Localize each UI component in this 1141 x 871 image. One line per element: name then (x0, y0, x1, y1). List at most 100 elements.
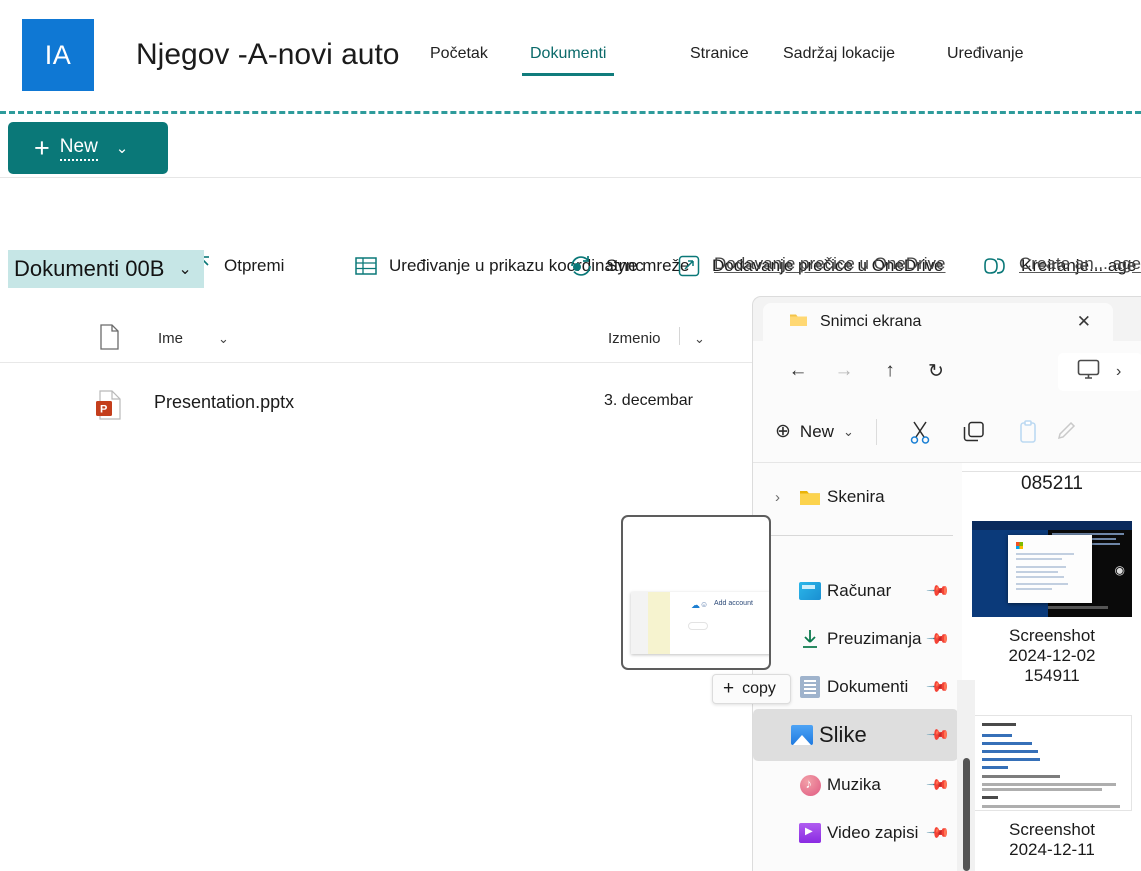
chevron-down-icon: ⌄ (116, 139, 129, 157)
nav-item-label: Muzika (827, 775, 881, 795)
videos-icon (793, 823, 827, 843)
table-row[interactable]: P Presentation.pptx 3. decembar (0, 378, 760, 432)
explorer-toolbar: ⊕ New ⌄ (753, 401, 1141, 463)
nav-item-muzika[interactable]: Muzika 📌 (753, 761, 958, 809)
rename-icon[interactable] (1055, 413, 1077, 451)
nav-item-racunar[interactable]: Računar 📌 (753, 567, 958, 615)
svg-text:P: P (100, 404, 107, 416)
nav-item-label: Preuzimanja (827, 629, 922, 649)
document-icon (98, 324, 120, 355)
refresh-icon[interactable]: ↻ (913, 353, 959, 389)
cloud-icon: ☁ (691, 600, 700, 611)
scrollbar-thumb[interactable] (963, 758, 970, 871)
powerpoint-file-icon: P (96, 390, 122, 425)
nav-item-label: Skenira (827, 487, 885, 507)
file-list-header: Ime ⌄ Izmenio ⌄ (0, 315, 760, 363)
column-divider (679, 327, 680, 345)
nav-tab-dokumenti[interactable]: Dokumenti (530, 45, 606, 71)
cut-icon[interactable] (893, 413, 947, 451)
nav-item-preuzimanja[interactable]: Preuzimanja 📌 (753, 615, 958, 663)
site-title: Njegov -A-novi auto (136, 38, 399, 72)
column-header-modified[interactable]: Izmenio (608, 330, 661, 347)
drop-action-label: copy (742, 680, 776, 698)
chevron-down-icon: ⌄ (178, 259, 191, 279)
file-caption: Screenshot 2024-12-02 154911 (962, 626, 1141, 686)
chevron-right-icon[interactable]: › (1116, 363, 1121, 381)
command-grid-edit-label: Uređivanje u prikazu koordinatne mreže (389, 256, 690, 276)
plus-icon: + (723, 678, 734, 700)
nav-item-video-zapisi[interactable]: Video zapisi 📌 (753, 809, 958, 857)
music-icon (793, 775, 827, 796)
command-otpremi[interactable]: Otpremi (192, 248, 284, 284)
plus-circle-icon: ⊕ (775, 420, 791, 443)
close-icon[interactable]: ✕ (1077, 312, 1091, 332)
pin-icon[interactable]: 📌 (926, 674, 952, 700)
drag-preview-caption: Add account (714, 600, 753, 607)
file-caption: Screenshot 2024-12-11 (962, 820, 1141, 860)
toolbar-divider (876, 419, 877, 445)
this-pc-icon (1077, 359, 1100, 385)
file-name[interactable]: Presentation.pptx (154, 392, 294, 413)
nav-item-label: Dokumenti (827, 677, 908, 697)
folder-icon (793, 489, 827, 506)
new-button[interactable]: + New ⌄ (8, 122, 168, 174)
forward-icon: → (821, 353, 867, 389)
copy-icon[interactable] (947, 413, 1001, 451)
nav-tab-stranice[interactable]: Stranice (690, 45, 749, 71)
folder-icon (789, 312, 808, 332)
nav-item-slike[interactable]: Slike 📌 (753, 709, 958, 761)
file-explorer-window: Snimci ekrana ✕ ← → ↑ ↻ › ⊕ New ⌄ (752, 296, 1141, 871)
breadcrumb[interactable]: Dokumenti 00B ⌄ (8, 250, 204, 288)
file-thumbnail (972, 715, 1132, 811)
column-header-name[interactable]: Ime (158, 330, 183, 347)
documents-icon (793, 676, 827, 698)
nav-divider (763, 535, 953, 536)
explorer-file-grid: 085211 (962, 463, 1141, 871)
breadcrumb-label: Dokumenti 00B (14, 256, 164, 282)
command-sync-label: Sync (606, 256, 644, 276)
add-account-icon: ☺ (700, 600, 708, 609)
pin-icon[interactable]: 📌 (926, 626, 952, 652)
paste-icon (1001, 413, 1055, 451)
nav-tab-sadrzaj-lokacije[interactable]: Sadržaj lokacije (783, 45, 895, 71)
chevron-down-icon[interactable]: ⌄ (218, 331, 229, 347)
nav-item-skenira[interactable]: › Skenira (753, 473, 958, 521)
address-bar[interactable]: › (1058, 353, 1141, 391)
pin-icon[interactable]: 📌 (926, 578, 952, 604)
command-sync[interactable]: Sync (568, 248, 644, 284)
pin-icon[interactable]: 📌 (926, 722, 952, 748)
drag-preview-thumbnail: ☁ ▦ ☺ Add account (631, 592, 771, 654)
this-pc-icon (793, 582, 827, 600)
file-modified-date: 3. decembar (604, 392, 693, 410)
plus-icon: + (34, 135, 50, 162)
focus-dashed-divider (0, 111, 1141, 114)
sharepoint-header: IA Njegov -A-novi auto Početak Dokumenti… (0, 0, 1141, 110)
list-item[interactable]: ◉ Screenshot 2024-12-02 154911 (962, 521, 1141, 686)
pictures-icon (785, 725, 819, 745)
nav-tab-uredivanje[interactable]: Uređivanje (947, 45, 1023, 71)
grid-icon (355, 256, 377, 276)
chevron-down-icon[interactable]: ⌄ (694, 331, 705, 347)
file-thumbnail: ◉ (972, 521, 1132, 617)
back-icon[interactable]: ← (775, 353, 821, 389)
sync-icon (568, 254, 594, 278)
nav-item-label: Računar (827, 581, 891, 601)
sharepoint-command-bar: + New ⌄ Otpremi Uređivanje u prikazu koo… (0, 118, 1141, 178)
pin-icon[interactable]: 📌 (926, 772, 952, 798)
screen-root: IA Njegov -A-novi auto Početak Dokumenti… (0, 0, 1141, 871)
new-button-label: New (60, 136, 98, 161)
clipped-file-caption: 085211 (962, 473, 1141, 495)
ghost-label-create-agent: Create an... age (1019, 254, 1141, 274)
explorer-new-button[interactable]: ⊕ New ⌄ (775, 415, 854, 449)
explorer-navigation-pane: › Skenira Računar 📌 Preuzimanj (753, 463, 962, 871)
explorer-content: › Skenira Računar 📌 Preuzimanj (753, 463, 1141, 871)
explorer-tab-snimci-ekrana[interactable]: Snimci ekrana ✕ (763, 303, 1113, 341)
explorer-tabstrip: Snimci ekrana ✕ (753, 297, 1141, 341)
pin-icon[interactable]: 📌 (926, 820, 952, 846)
chevron-right-icon[interactable]: › (775, 489, 780, 506)
nav-item-label: Slike (819, 722, 867, 748)
grid-divider (962, 471, 1141, 472)
nav-tab-pocetak[interactable]: Početak (430, 45, 488, 71)
list-item[interactable]: Screenshot 2024-12-11 (962, 715, 1141, 860)
up-icon[interactable]: ↑ (867, 353, 913, 389)
